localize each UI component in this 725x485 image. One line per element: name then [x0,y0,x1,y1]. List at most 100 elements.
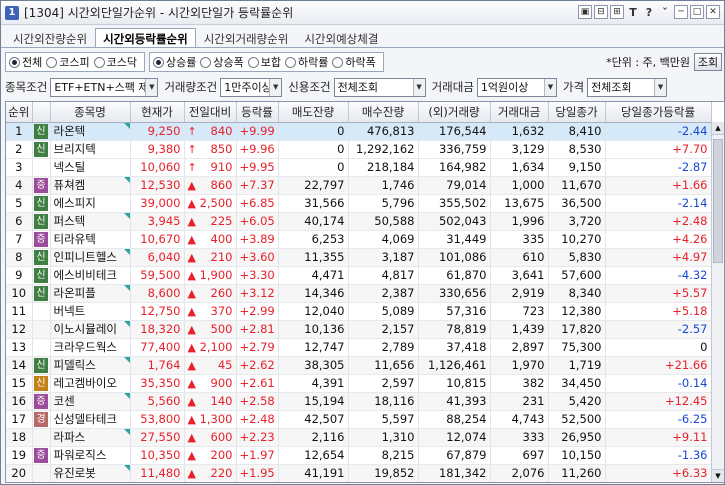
stock-name-cell[interactable]: 라온피플 [50,284,131,303]
chevron-down-icon[interactable]: ▼ [269,78,282,96]
column-header-7[interactable]: 매수잔량 [348,102,419,123]
column-header-6[interactable]: 매도잔량 [278,102,349,123]
amount-condition-select[interactable]: 1억원이상 ▼ [476,77,557,97]
credit-condition-select[interactable]: 전체조회 ▼ [333,77,426,97]
stock-name-cell[interactable]: 이노시뮬레이 [50,320,131,339]
column-header-0[interactable]: 순위 [6,102,33,123]
stock-name-cell[interactable]: 유진로봇 [50,464,131,482]
table-row[interactable]: 10 신 라온피플 8,600 ▲ 260 +3.12 14,346 2,387 330,656 2… [6,284,712,303]
stock-name-cell[interactable]: 라온텍 [50,122,131,141]
chevron-down-icon[interactable]: ▼ [654,78,667,96]
radio-dot-icon[interactable] [332,56,344,68]
radio-dot-icon[interactable] [93,56,105,68]
column-header-2[interactable]: 종목명 [50,102,131,123]
scroll-up-icon[interactable]: ▲ [712,122,724,135]
dropdown-icon[interactable]: ˇ [658,5,672,19]
radio-dot-icon[interactable] [285,56,296,68]
stock-name-cell[interactable]: 레고켐바이오 [50,374,131,393]
query-button[interactable]: 조회 [694,53,722,71]
stock-name-cell[interactable]: 퓨쳐켐 [50,176,131,195]
table-row[interactable]: 4 증 퓨쳐켐 12,530 ▲ 860 +7.37 22,797 1,746 79,014 1,0… [6,176,712,195]
column-header-8[interactable]: (외)거래량 [418,102,491,123]
direction-radio-1[interactable]: 상승폭 [200,54,244,70]
radio-dot-icon[interactable] [46,56,58,68]
help-icon[interactable]: ? [642,5,656,19]
stock-name-cell[interactable]: 브리지텍 [50,140,131,159]
table-row[interactable]: 20 유진로봇 11,480 ▲ 220 +1.95 41,191 19,852 181,342… [6,464,712,482]
direction-radio-0[interactable]: 상승률 [153,54,196,70]
radio-dot-icon[interactable] [247,56,259,68]
table-row[interactable]: 2 신 브리지텍 9,380 ↑ 850 +9.96 0 1,292,162 336,759 3,1… [6,140,712,159]
table-row[interactable]: 1 신 라온텍 9,250 ↑ 840 +9.99 0 476,813 176,544 1,632 8… [6,122,712,141]
table-row[interactable]: 15 신 레고켐바이오 35,350 ▲ 900 +2.61 4,391 2,597 10,815… [6,374,712,393]
chevron-down-icon[interactable]: ▼ [412,78,425,96]
direction-radio-2[interactable]: 보합 [247,54,281,70]
table-row[interactable]: 14 신 피델릭스 1,764 ▲ 45 +2.62 38,305 11,656 1,126,46… [6,356,712,375]
tab-1[interactable]: 시간외등락률순위 [95,28,196,48]
radio-dot-icon[interactable] [200,56,212,68]
stock-name-cell[interactable]: 코센 [50,392,131,411]
table-row[interactable]: 12 이노시뮬레이 18,320 ▲ 500 +2.81 10,136 2,157 78,819… [6,320,712,339]
change-cell: ▲ 860 [184,176,237,195]
table-row[interactable]: 16 증 코센 5,560 ▲ 140 +2.58 15,194 18,116 41,393 231… [6,392,712,411]
market-radio-1[interactable]: 코스피 [46,54,90,70]
vertical-scrollbar[interactable]: ▲ ▼ [711,122,724,482]
up-triangle-icon: ▲ [187,178,196,192]
volume-condition-select[interactable]: 1만주이상 ▼ [220,77,283,97]
tab-3[interactable]: 시간외예상체결 [296,28,386,48]
maximize-icon[interactable]: □ [690,5,704,19]
table-row[interactable]: 7 증 티라유텍 10,670 ▲ 400 +3.89 6,253 4,069 31,449 335… [6,230,712,249]
stock-name-cell[interactable]: 티라유텍 [50,230,131,249]
stock-name-cell[interactable]: 에스비비테크 [50,266,131,285]
layout-icon[interactable]: ▣ [578,5,592,19]
column-header-4[interactable]: 전일대비 [184,102,237,123]
chevron-down-icon[interactable]: ▼ [145,78,158,96]
tab-2[interactable]: 시간외거래량순위 [196,28,297,48]
table-row[interactable]: 18 라파스 27,550 ▲ 600 +2.23 2,116 1,310 12,074 333 2… [6,428,712,447]
column-header-10[interactable]: 당일종가 [548,102,606,123]
stock-name-cell[interactable]: 파워로직스 [50,446,131,465]
market-radio-2[interactable]: 코스닥 [93,54,137,70]
close-icon[interactable]: ✕ [706,5,720,19]
column-header-3[interactable]: 현재가 [130,102,185,123]
table-row[interactable]: 6 신 퍼스텍 3,945 ▲ 225 +6.05 40,174 50,588 502,043 1,… [6,212,712,231]
scroll-thumb[interactable] [713,139,723,263]
direction-radio-3[interactable]: 하락률 [285,54,328,70]
table-row[interactable]: 5 신 에스피지 39,000 ▲ 2,500 +6.85 31,566 5,796 355,50… [6,194,712,213]
table-row[interactable]: 19 증 파워로직스 10,350 ▲ 200 +1.97 12,654 8,215 67,879… [6,446,712,465]
stock-name-cell[interactable]: 인피니트헬스 [50,248,131,267]
stock-name-cell[interactable]: 버넥트 [50,302,131,321]
column-header-9[interactable]: 거래대금 [490,102,549,123]
title-bar[interactable]: 1 [1304] 시간외단일가순위 - 시간외단일가 등락률순위 ▣ ⊟ ⊞ T? ˇ ─… [1,1,724,25]
minimize-panel-icon[interactable]: ⊟ [594,5,608,19]
column-header-11[interactable]: 당일종가등락률 [605,102,712,123]
chevron-down-icon[interactable]: ▼ [543,78,556,96]
minimize-icon[interactable]: ─ [674,5,688,19]
price-condition-select[interactable]: 전체조회 ▼ [587,77,668,97]
bid-cell: 4,817 [348,266,419,285]
maximize-panel-icon[interactable]: ⊞ [610,5,624,19]
column-header-5[interactable]: 등락률 [236,102,279,123]
table-row[interactable]: 3 넥스틸 10,060 ↑ 910 +9.95 0 218,184 164,982 1,634 9… [6,158,712,177]
direction-radio-4[interactable]: 하락폭 [332,54,376,70]
stock-name-cell[interactable]: 라파스 [50,428,131,447]
scroll-down-icon[interactable]: ▼ [712,469,724,482]
item-condition-select[interactable]: ETF+ETN+스팩 제 ▼ [50,77,159,97]
stock-name-cell[interactable]: 피델릭스 [50,356,131,375]
stock-name-cell[interactable]: 신성델타테크 [50,410,131,429]
table-row[interactable]: 13 크라우드웍스 77,400 ▲ 2,100 +2.79 12,747 2,789 37,4… [6,338,712,357]
radio-dot-icon[interactable] [153,56,164,68]
column-header-1[interactable] [32,102,51,123]
stock-name-cell[interactable]: 넥스틸 [50,158,131,177]
stock-name-cell[interactable]: 퍼스텍 [50,212,131,231]
table-row[interactable]: 9 신 에스비비테크 59,500 ▲ 1,900 +3.30 4,471 4,817 61,87… [6,266,712,285]
radio-dot-icon[interactable] [9,56,20,68]
table-row[interactable]: 17 경 신성델타테크 53,800 ▲ 1,300 +2.48 42,507 5,597 88,… [6,410,712,429]
stock-name-cell[interactable]: 크라우드웍스 [50,338,131,357]
font-icon[interactable]: T [626,5,640,19]
stock-name-cell[interactable]: 에스피지 [50,194,131,213]
table-row[interactable]: 11 버넥트 12,750 ▲ 370 +2.99 12,040 5,089 57,316 723… [6,302,712,321]
table-row[interactable]: 8 신 인피니트헬스 6,040 ▲ 210 +3.60 11,355 3,187 101,086… [6,248,712,267]
market-radio-0[interactable]: 전체 [9,54,42,70]
tab-0[interactable]: 시간외잔량순위 [5,28,95,48]
